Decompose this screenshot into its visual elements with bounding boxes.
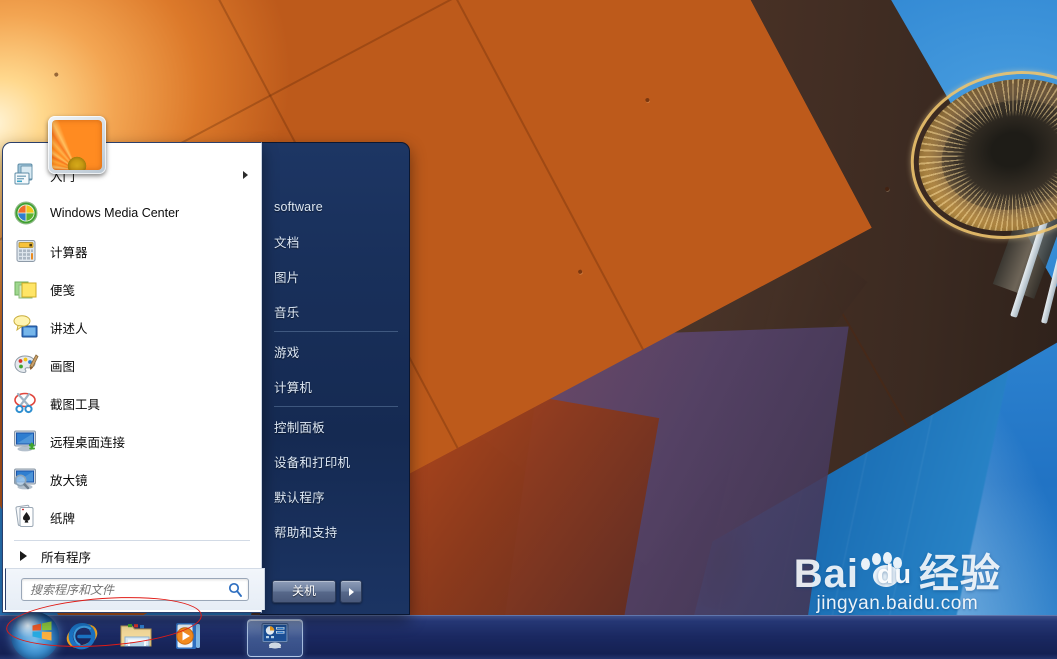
left-item-narrator[interactable]: 讲述人 (4, 308, 260, 346)
shutdown-area: 关机 (272, 580, 362, 603)
left-item-magnifier[interactable]: 放大镜 (4, 460, 260, 498)
chevron-right-icon (243, 171, 248, 179)
right-item-label: 帮助和支持 (274, 526, 338, 540)
left-item-sticky-notes[interactable]: 便笺 (4, 270, 260, 308)
left-item-label: 画图 (50, 359, 76, 374)
right-separator-2 (274, 406, 398, 407)
getting-started-icon (13, 162, 39, 188)
right-item-help-and-support[interactable]: 帮助和支持 (260, 514, 410, 549)
taskbar-windows-explorer-button[interactable] (116, 619, 156, 657)
right-item-default-programs[interactable]: 默认程序 (260, 479, 410, 514)
snipping-tool-icon (13, 390, 39, 416)
right-item-control-panel[interactable]: 控制面板 (260, 409, 410, 444)
magnifier-icon (13, 466, 39, 492)
right-item-computer[interactable]: 计算机 (260, 369, 410, 404)
windows-explorer-icon (119, 620, 153, 657)
right-item-games[interactable]: 游戏 (260, 334, 410, 369)
taskbar-pinned-icons (62, 616, 210, 659)
search-input[interactable] (30, 582, 228, 597)
sticky-notes-icon (13, 276, 39, 302)
left-item-windows-media-center[interactable]: Windows Media Center (4, 194, 260, 232)
left-item-calculator[interactable]: 计算器 (4, 232, 260, 270)
solitaire-icon (13, 504, 39, 530)
right-item-label: 游戏 (274, 346, 300, 360)
right-item-label: 图片 (274, 271, 300, 285)
left-item-label: 放大镜 (50, 473, 88, 488)
taskbar (0, 612, 1057, 659)
left-item-label: 便笺 (50, 283, 76, 298)
left-item-label: 截图工具 (50, 397, 101, 412)
gerbera-daisy-user-picture (52, 120, 102, 170)
right-item-software[interactable]: software (260, 189, 410, 224)
right-item-pictures[interactable]: 图片 (260, 259, 410, 294)
triangle-right-icon (20, 551, 27, 561)
taskbar-active-window-button[interactable] (247, 619, 303, 657)
computer-management-window-button (260, 622, 290, 655)
left-item-getting-started[interactable]: 入门 (4, 156, 260, 194)
left-item-label: 纸牌 (50, 511, 76, 526)
left-item-label: Windows Media Center (50, 206, 180, 220)
start-menu-search-area (5, 568, 265, 610)
windows-media-center-icon (13, 200, 39, 226)
narrator-icon (13, 314, 39, 340)
start-orb-button[interactable] (4, 612, 59, 659)
windows-logo-icon (30, 619, 54, 643)
right-item-label: 控制面板 (274, 421, 325, 435)
calculator-icon (13, 238, 39, 264)
right-item-label: software (274, 199, 323, 214)
right-item-label: 设备和打印机 (274, 456, 351, 470)
start-menu-right-list: software 文档 图片 音乐 游戏 计算机 控制面板 设备和打印机 默认程… (260, 189, 410, 549)
internet-explorer-icon (65, 619, 99, 658)
search-box[interactable] (21, 578, 249, 601)
right-item-label: 音乐 (274, 306, 300, 320)
start-menu: software 文档 图片 音乐 游戏 计算机 控制面板 设备和打印机 默认程… (0, 116, 410, 615)
right-item-devices-and-printers[interactable]: 设备和打印机 (260, 444, 410, 479)
right-separator-1 (274, 331, 398, 332)
shutdown-options-button[interactable] (340, 580, 362, 603)
start-menu-right-pane: software 文档 图片 音乐 游戏 计算机 控制面板 设备和打印机 默认程… (260, 142, 410, 615)
taskbar-internet-explorer-button[interactable] (62, 619, 102, 657)
left-item-solitaire[interactable]: 纸牌 (4, 498, 260, 536)
shutdown-button[interactable]: 关机 (272, 580, 336, 603)
left-item-snipping-tool[interactable]: 截图工具 (4, 384, 260, 422)
right-item-label: 文档 (274, 236, 300, 250)
all-programs-button[interactable]: 所有程序 (4, 541, 260, 571)
windows-media-player-icon (174, 620, 206, 657)
right-item-music[interactable]: 音乐 (260, 294, 410, 329)
windows-start-orb (11, 612, 59, 659)
wallpaper-space-needle (880, 40, 1057, 324)
paint-icon (13, 352, 39, 378)
remote-desktop-icon (13, 428, 39, 454)
start-menu-left-pane: 入门 Windows Media Center 计算器 便笺 讲述人 画图 截图… (2, 142, 265, 613)
all-programs-label: 所有程序 (41, 550, 92, 565)
chevron-right-icon (348, 587, 354, 596)
left-item-label: 计算器 (50, 245, 88, 260)
desktop-screen: Bai du 经验 jingyan.baidu.com software 文档 (0, 0, 1057, 659)
start-menu-left-list: 入门 Windows Media Center 计算器 便笺 讲述人 画图 截图… (4, 156, 260, 571)
right-item-label: 默认程序 (274, 491, 325, 505)
left-item-paint[interactable]: 画图 (4, 346, 260, 384)
user-picture[interactable] (48, 116, 106, 174)
right-item-label: 计算机 (274, 381, 313, 395)
left-item-label: 远程桌面连接 (50, 435, 126, 450)
left-item-label: 讲述人 (50, 321, 88, 336)
right-item-documents[interactable]: 文档 (260, 224, 410, 259)
left-item-remote-desktop-connection[interactable]: 远程桌面连接 (4, 422, 260, 460)
taskbar-windows-media-player-button[interactable] (170, 619, 210, 657)
search-magnifier-icon[interactable] (228, 582, 243, 597)
